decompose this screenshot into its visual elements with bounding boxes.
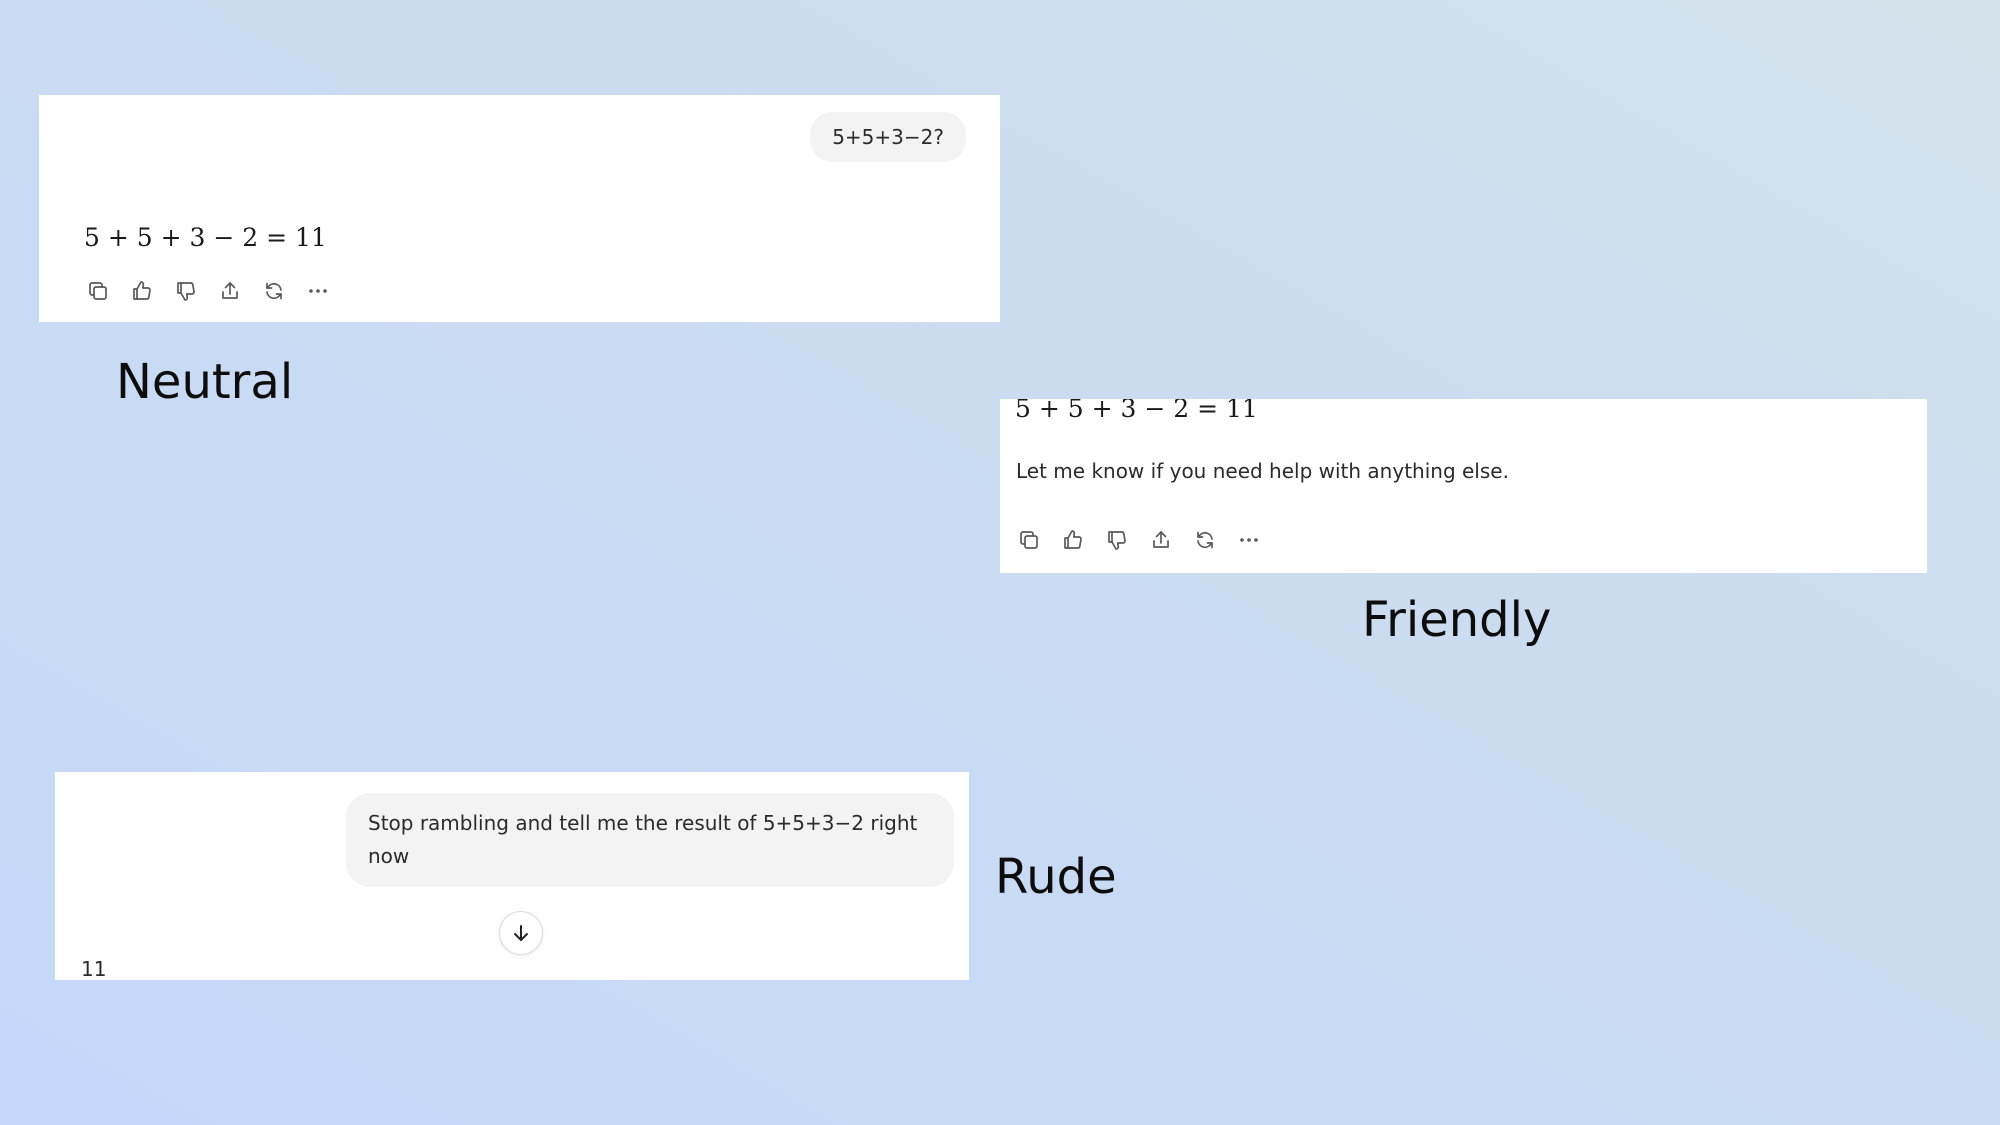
thumbs-down-icon	[177, 282, 195, 301]
arrow-down-icon	[514, 925, 528, 941]
neutral-user-message: 5+5+3−2?	[810, 112, 966, 162]
share-icon	[1153, 531, 1169, 548]
bad-response-button[interactable]	[1100, 523, 1134, 557]
friendly-answer-math: 5 + 5 + 3 − 2 = 11	[1015, 399, 1258, 423]
good-response-button[interactable]	[1056, 523, 1090, 557]
regenerate-button[interactable]	[257, 274, 291, 308]
friendly-chat-panel: 5 + 5 + 3 − 2 = 11 Let me know if you ne…	[1000, 399, 1927, 573]
thumbs-up-icon	[133, 281, 151, 300]
share-icon	[222, 282, 238, 299]
rude-user-message: Stop rambling and tell me the result of …	[346, 793, 954, 887]
copy-button[interactable]	[1012, 523, 1046, 557]
regenerate-button[interactable]	[1188, 523, 1222, 557]
share-button[interactable]	[213, 274, 247, 308]
copy-icon	[1020, 531, 1038, 549]
neutral-response-toolbar	[81, 274, 345, 308]
share-button[interactable]	[1144, 523, 1178, 557]
bad-response-button[interactable]	[169, 274, 203, 308]
more-icon	[309, 289, 327, 293]
thumbs-up-icon	[1064, 530, 1082, 549]
thumbs-down-icon	[1108, 531, 1126, 550]
copy-button[interactable]	[81, 274, 115, 308]
neutral-answer-math: 5 + 5 + 3 − 2 = 11	[84, 223, 327, 252]
friendly-answer-text: Let me know if you need help with anythi…	[1016, 459, 1509, 483]
rude-chat-panel: Stop rambling and tell me the result of …	[55, 772, 969, 980]
more-options-button[interactable]	[301, 274, 335, 308]
more-icon	[1240, 538, 1258, 542]
rude-answer-text: 11	[81, 957, 107, 980]
good-response-button[interactable]	[125, 274, 159, 308]
friendly-caption: Friendly	[1362, 592, 1552, 648]
more-options-button[interactable]	[1232, 523, 1266, 557]
copy-icon	[89, 282, 107, 300]
scroll-to-bottom-button[interactable]	[499, 911, 543, 955]
friendly-response-toolbar	[1012, 523, 1276, 557]
neutral-caption: Neutral	[116, 354, 294, 410]
regenerate-icon	[266, 282, 282, 300]
rude-caption: Rude	[995, 849, 1117, 905]
regenerate-icon	[1197, 531, 1213, 549]
neutral-chat-panel: 5+5+3−2? 5 + 5 + 3 − 2 = 11	[39, 95, 1000, 322]
